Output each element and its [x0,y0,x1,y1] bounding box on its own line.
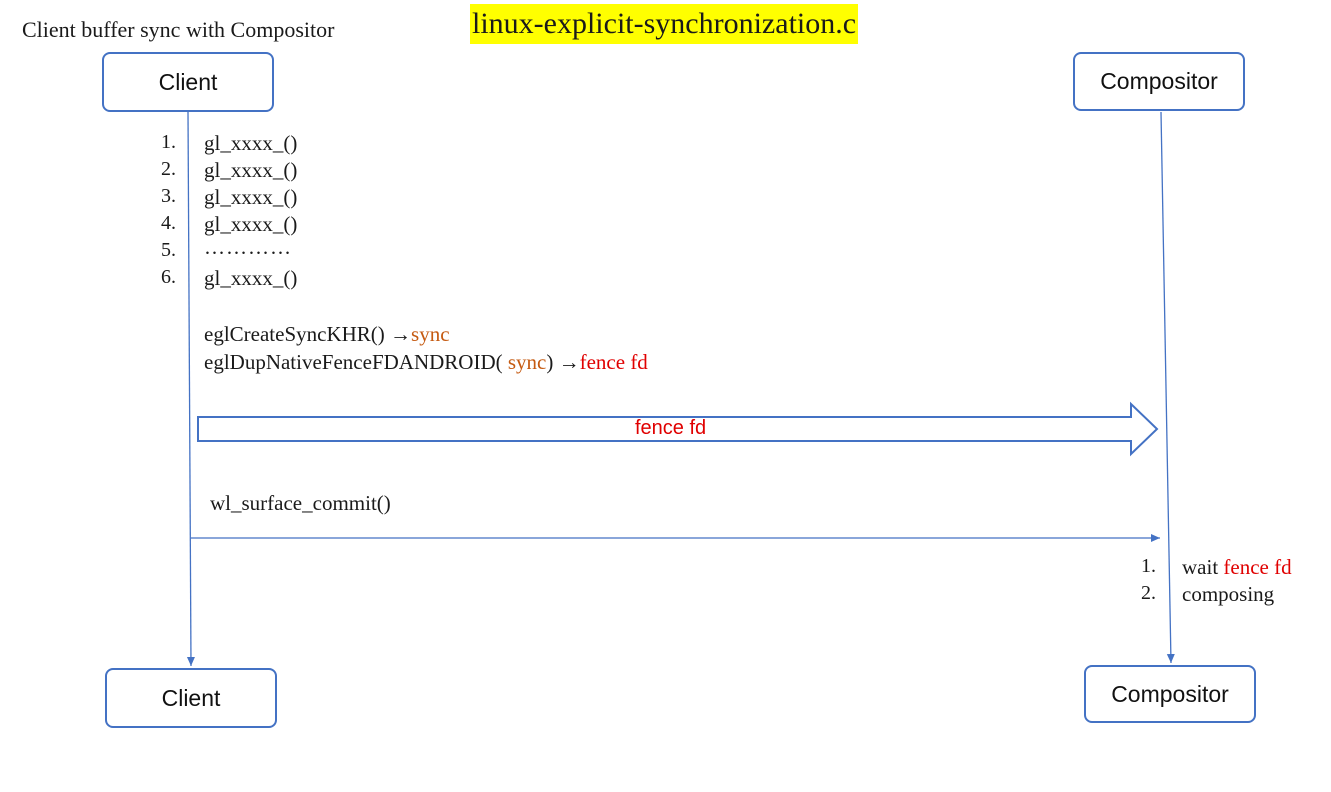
diagram-title: Client buffer sync with Compositor [22,17,335,42]
compositor-box-top: Compositor [1073,52,1245,111]
ellipsis: ………… [204,235,292,259]
wait-fence-fd: fence fd [1223,555,1292,579]
client-box-bottom: Client [105,668,277,728]
compositor-step-composing: composing [1182,582,1275,606]
wait-text: wait [1182,555,1224,579]
gl-call: gl_xxxx_() [204,266,298,290]
gl-call: gl_xxxx_() [204,131,298,155]
gl-call: gl_xxxx_() [204,185,298,209]
egl-dup-fence-line: eglDupNativeFenceFDANDROID( sync) →fence… [204,350,648,375]
compositor-step-wait: wait fence fd [1182,555,1292,580]
step-number: 1. [161,131,176,153]
egl-dup-fence-fn: eglDupNativeFenceFDANDROID( [204,350,503,374]
file-title: linux-explicit-synchronization.c [470,4,859,44]
compositor-lifeline [1160,111,1175,664]
client-box-top: Client [102,52,274,112]
egl-create-sync-line: eglCreateSyncKHR() →sync [204,322,450,347]
commit-label: wl_surface_commit() [210,491,391,515]
compositor-step-number: 2. [1141,582,1156,604]
step-number: 4. [161,212,176,234]
fence-fd-result: fence fd [579,350,648,374]
compositor-box-bottom: Compositor [1084,665,1256,723]
egl-create-sync-fn: eglCreateSyncKHR() [204,322,385,346]
gl-call: gl_xxxx_() [204,158,298,182]
client-lifeline [186,111,195,667]
egl-dup-fence-close: ) [546,350,554,374]
sync-arg: sync [507,350,547,374]
step-number: 2. [161,158,176,180]
right-arrow-icon: → [390,322,412,346]
step-number: 6. [161,266,176,288]
right-arrow-icon: → [558,350,580,374]
step-number: 5. [161,239,176,261]
compositor-step-number: 1. [1141,555,1156,577]
sync-result: sync [411,322,450,346]
step-number: 3. [161,185,176,207]
gl-call: gl_xxxx_() [204,212,298,236]
fence-fd-arrow-label: fence fd [635,417,707,439]
